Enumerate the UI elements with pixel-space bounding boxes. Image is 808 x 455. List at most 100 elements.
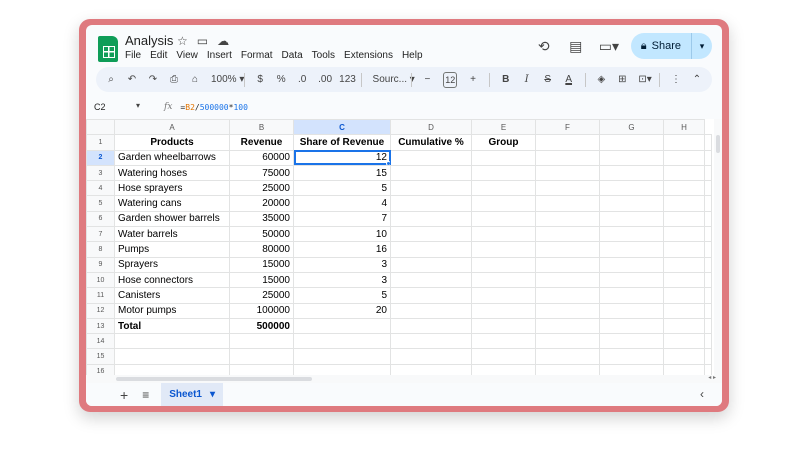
cell-b4[interactable]: 25000 xyxy=(229,180,294,197)
paint-format-icon[interactable]: ⌂ xyxy=(190,74,200,85)
cell-e10[interactable] xyxy=(471,271,536,289)
cell-e14[interactable] xyxy=(471,333,536,350)
cell-b16[interactable] xyxy=(229,363,294,375)
horizontal-scrollbar[interactable]: ◂ ▸ xyxy=(86,375,722,383)
cell-g16[interactable] xyxy=(599,363,664,375)
cell-h2[interactable] xyxy=(663,149,705,166)
cell-f13[interactable] xyxy=(535,317,600,335)
cell-c11[interactable]: 5 xyxy=(293,287,391,304)
cell-h5[interactable] xyxy=(663,195,705,212)
cell-d5[interactable] xyxy=(390,195,472,212)
cell-f16[interactable] xyxy=(535,363,600,375)
cell-g12[interactable] xyxy=(599,302,664,319)
cell-h4[interactable] xyxy=(663,180,705,197)
percent-format-button[interactable]: % xyxy=(276,74,286,85)
comments-icon[interactable]: ▤ xyxy=(567,37,585,55)
cell-d3[interactable] xyxy=(390,164,472,182)
column-header-g[interactable]: G xyxy=(599,119,664,136)
cell-h12[interactable] xyxy=(663,302,705,319)
meet-video-icon[interactable]: ▭▾ xyxy=(599,37,619,55)
cell-a9[interactable]: Sprayers xyxy=(114,256,230,273)
cell-h7[interactable] xyxy=(663,226,705,243)
row-header[interactable]: 9 xyxy=(86,256,115,273)
cell-g11[interactable] xyxy=(599,287,664,304)
increase-decimal-button[interactable]: .00 xyxy=(318,74,332,85)
cell-h13[interactable] xyxy=(663,317,705,335)
cell-f8[interactable] xyxy=(535,241,600,258)
row-header[interactable]: 10 xyxy=(86,271,115,289)
cell-f15[interactable] xyxy=(535,348,600,365)
cell-e4[interactable] xyxy=(471,180,536,197)
cell-d12[interactable] xyxy=(390,302,472,319)
row-header[interactable]: 7 xyxy=(86,226,115,243)
cell-d2[interactable] xyxy=(390,149,472,166)
print-icon[interactable]: ⎙ xyxy=(169,74,179,85)
cell-e16[interactable] xyxy=(471,363,536,375)
cell-f1[interactable] xyxy=(535,134,600,151)
column-header-f[interactable]: F xyxy=(535,119,600,136)
cell-d8[interactable] xyxy=(390,241,472,258)
cell-e3[interactable] xyxy=(471,164,536,182)
cell-e11[interactable] xyxy=(471,287,536,304)
column-header-b[interactable]: B xyxy=(229,119,294,136)
cell-a4[interactable]: Hose sprayers xyxy=(114,180,230,197)
cell-a2[interactable]: Garden wheelbarrows xyxy=(114,149,230,166)
cell-h10[interactable] xyxy=(663,271,705,289)
column-header-d[interactable]: D xyxy=(390,119,472,136)
fill-handle[interactable] xyxy=(386,160,390,165)
cell-d4[interactable] xyxy=(390,180,472,197)
sheets-logo-icon[interactable] xyxy=(98,36,118,62)
cell-d16[interactable] xyxy=(390,363,472,375)
row-header[interactable]: 2 xyxy=(86,149,115,166)
row-header[interactable]: 12 xyxy=(86,302,115,319)
cell-d1[interactable]: Cumulative % xyxy=(390,134,472,151)
cell-h1[interactable] xyxy=(663,134,705,151)
cell-c12[interactable]: 20 xyxy=(293,302,391,319)
borders-icon[interactable]: ⊞ xyxy=(617,74,627,85)
horizontal-scroll-thumb[interactable] xyxy=(116,377,312,381)
cell-b3[interactable]: 75000 xyxy=(229,164,294,182)
merge-cells-icon[interactable]: ⊡▾ xyxy=(638,74,651,85)
font-select[interactable]: Sourc... ▾ xyxy=(373,74,415,85)
cell-c8[interactable]: 16 xyxy=(293,241,391,258)
italic-button[interactable]: I xyxy=(522,74,532,85)
row-header[interactable]: 15 xyxy=(86,348,115,365)
row-header[interactable]: 11 xyxy=(86,287,115,304)
cell-d15[interactable] xyxy=(390,348,472,365)
menu-help[interactable]: Help xyxy=(402,50,423,61)
menu-extensions[interactable]: Extensions xyxy=(344,50,393,61)
cell-h6[interactable] xyxy=(663,210,705,228)
cell-f11[interactable] xyxy=(535,287,600,304)
cell-c14[interactable] xyxy=(293,333,391,350)
bold-button[interactable]: B xyxy=(501,74,511,85)
cell-e7[interactable] xyxy=(471,226,536,243)
cell-a6[interactable]: Garden shower barrels xyxy=(114,210,230,228)
menu-edit[interactable]: Edit xyxy=(150,50,167,61)
cell-c2[interactable]: 12 xyxy=(293,149,391,166)
cell-a5[interactable]: Watering cans xyxy=(114,195,230,212)
cell-f12[interactable] xyxy=(535,302,600,319)
vertical-scrollbar[interactable] xyxy=(714,119,722,375)
cell-d7[interactable] xyxy=(390,226,472,243)
scroll-arrows-icon[interactable]: ◂ ▸ xyxy=(708,374,716,381)
cell-h3[interactable] xyxy=(663,164,705,182)
sheet-tab-menu-icon[interactable]: ▾ xyxy=(210,389,215,400)
share-button[interactable]: 🔒︎ Share ▾ xyxy=(630,33,712,59)
cell-h14[interactable] xyxy=(663,333,705,350)
cell-g7[interactable] xyxy=(599,226,664,243)
column-header-c[interactable]: C xyxy=(293,119,391,136)
cell-a8[interactable]: Pumps xyxy=(114,241,230,258)
cell-g8[interactable] xyxy=(599,241,664,258)
cell-b15[interactable] xyxy=(229,348,294,365)
text-color-button[interactable]: A xyxy=(564,74,574,85)
search-menus-icon[interactable]: ⌕ xyxy=(106,74,116,85)
collapse-toolbar-icon[interactable]: ⌃ xyxy=(692,74,702,85)
row-header[interactable]: 13 xyxy=(86,317,115,335)
cell-e9[interactable] xyxy=(471,256,536,273)
row-header[interactable]: 8 xyxy=(86,241,115,258)
cell-f3[interactable] xyxy=(535,164,600,182)
column-header-e[interactable]: E xyxy=(471,119,536,136)
cell-b1[interactable]: Revenue xyxy=(229,134,294,151)
cell-a15[interactable] xyxy=(114,348,230,365)
row-header[interactable]: 16 xyxy=(86,363,115,375)
